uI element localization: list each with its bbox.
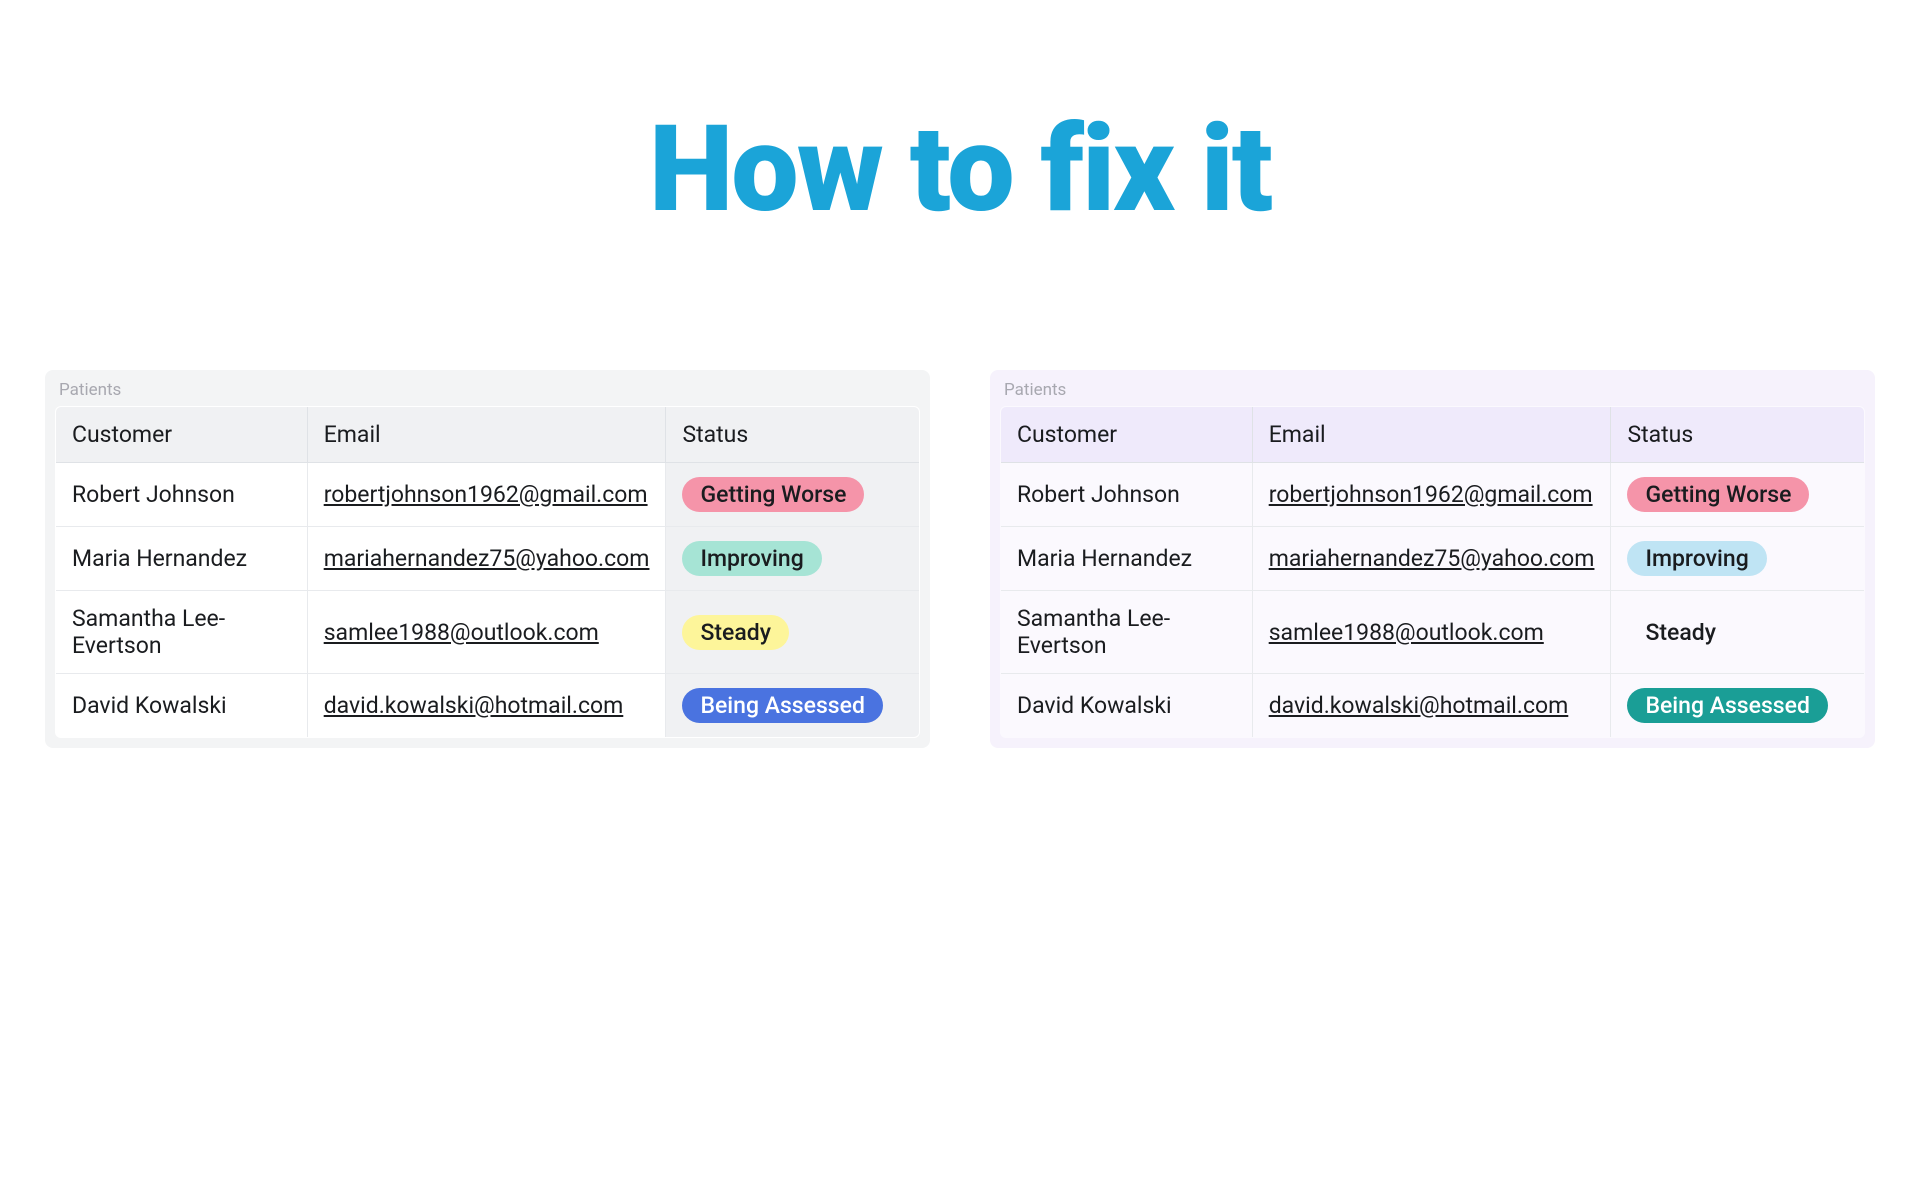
- status-cell: Getting Worse: [666, 463, 920, 527]
- right-header-email: Email: [1252, 407, 1611, 463]
- status-badge: Steady: [1627, 615, 1734, 650]
- email-cell: david.kowalski@hotmail.com: [1252, 674, 1611, 738]
- right-panel-label: Patients: [1000, 380, 1865, 400]
- email-cell: mariahernandez75@yahoo.com: [1252, 527, 1611, 591]
- table-row: Robert Johnson robertjohnson1962@gmail.co…: [56, 463, 920, 527]
- table-row: Robert Johnson robertjohnson1962@gmail.co…: [1001, 463, 1865, 527]
- email-cell: samlee1988@outlook.com: [1252, 591, 1611, 674]
- email-link[interactable]: samlee1988@outlook.com: [1269, 619, 1544, 646]
- status-cell: Getting Worse: [1611, 463, 1865, 527]
- right-header-customer: Customer: [1001, 407, 1253, 463]
- email-cell: david.kowalski@hotmail.com: [307, 674, 666, 738]
- status-badge: Being Assessed: [682, 688, 882, 723]
- table-row: David Kowalski david.kowalski@hotmail.com…: [56, 674, 920, 738]
- customer-cell: Robert Johnson: [1001, 463, 1253, 527]
- customer-cell: Robert Johnson: [56, 463, 308, 527]
- customer-cell: Maria Hernandez: [56, 527, 308, 591]
- page-title: How to fix it: [0, 100, 1920, 240]
- status-cell: Being Assessed: [666, 674, 920, 738]
- email-link[interactable]: robertjohnson1962@gmail.com: [324, 481, 648, 508]
- email-cell: robertjohnson1962@gmail.com: [307, 463, 666, 527]
- email-link[interactable]: samlee1988@outlook.com: [324, 619, 599, 646]
- left-header-status: Status: [666, 407, 920, 463]
- right-table-body: Robert Johnson robertjohnson1962@gmail.co…: [1001, 463, 1865, 738]
- status-cell: Steady: [666, 591, 920, 674]
- customer-cell: Samantha Lee-Evertson: [1001, 591, 1253, 674]
- left-table-panel: Patients Customer Email Status Robert Jo…: [45, 370, 930, 748]
- email-link[interactable]: david.kowalski@hotmail.com: [324, 692, 624, 719]
- right-table-panel: Patients Customer Email Status Robert Jo…: [990, 370, 1875, 748]
- email-cell: robertjohnson1962@gmail.com: [1252, 463, 1611, 527]
- right-header-status: Status: [1611, 407, 1865, 463]
- tables-container: Patients Customer Email Status Robert Jo…: [0, 370, 1920, 748]
- email-link[interactable]: robertjohnson1962@gmail.com: [1269, 481, 1593, 508]
- status-badge: Improving: [1627, 541, 1766, 576]
- left-header-email: Email: [307, 407, 666, 463]
- email-link[interactable]: mariahernandez75@yahoo.com: [324, 545, 650, 572]
- customer-cell: Maria Hernandez: [1001, 527, 1253, 591]
- status-cell: Improving: [1611, 527, 1865, 591]
- left-table-body: Robert Johnson robertjohnson1962@gmail.co…: [56, 463, 920, 738]
- status-cell: Improving: [666, 527, 920, 591]
- status-badge: Getting Worse: [1627, 477, 1809, 512]
- email-link[interactable]: david.kowalski@hotmail.com: [1269, 692, 1569, 719]
- email-link[interactable]: mariahernandez75@yahoo.com: [1269, 545, 1595, 572]
- customer-cell: David Kowalski: [1001, 674, 1253, 738]
- table-row: Maria Hernandez mariahernandez75@yahoo.co…: [1001, 527, 1865, 591]
- status-badge: Getting Worse: [682, 477, 864, 512]
- email-cell: samlee1988@outlook.com: [307, 591, 666, 674]
- email-cell: mariahernandez75@yahoo.com: [307, 527, 666, 591]
- table-row: Samantha Lee-Evertson samlee1988@outlook.…: [1001, 591, 1865, 674]
- customer-cell: Samantha Lee-Evertson: [56, 591, 308, 674]
- status-cell: Steady: [1611, 591, 1865, 674]
- right-patients-table: Customer Email Status Robert Johnson robe…: [1000, 406, 1865, 738]
- status-badge: Improving: [682, 541, 821, 576]
- left-panel-label: Patients: [55, 380, 920, 400]
- status-cell: Being Assessed: [1611, 674, 1865, 738]
- left-patients-table: Customer Email Status Robert Johnson robe…: [55, 406, 920, 738]
- left-header-customer: Customer: [56, 407, 308, 463]
- status-badge: Being Assessed: [1627, 688, 1827, 723]
- status-badge: Steady: [682, 615, 789, 650]
- customer-cell: David Kowalski: [56, 674, 308, 738]
- table-row: David Kowalski david.kowalski@hotmail.com…: [1001, 674, 1865, 738]
- table-row: Maria Hernandez mariahernandez75@yahoo.co…: [56, 527, 920, 591]
- table-row: Samantha Lee-Evertson samlee1988@outlook.…: [56, 591, 920, 674]
